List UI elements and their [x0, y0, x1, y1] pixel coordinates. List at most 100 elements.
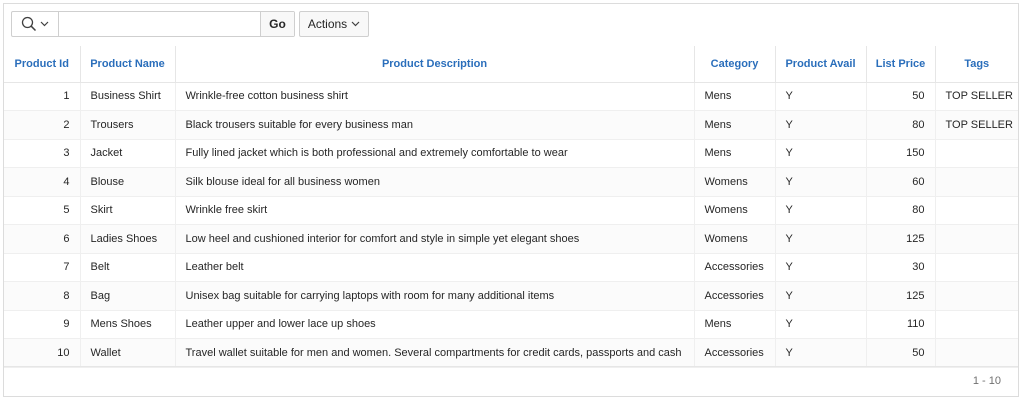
search-input[interactable] — [59, 12, 260, 36]
cell-product-id: 9 — [4, 310, 81, 339]
cell-tags — [935, 196, 1018, 225]
column-header-tags[interactable]: Tags — [935, 46, 1018, 83]
cell-product-avail: Y — [775, 281, 867, 311]
cell-product-name: Trousers — [80, 110, 176, 140]
cell-category: Womens — [694, 224, 776, 254]
cell-product-id: 10 — [4, 338, 81, 368]
report-footer: 1 - 10 — [4, 366, 1018, 396]
table-row: 10 Wallet Travel wallet suitable for men a… — [4, 338, 1018, 368]
cell-tags — [935, 310, 1018, 339]
column-header-product-name[interactable]: Product Name — [80, 46, 176, 83]
cell-product-description: Black trousers suitable for every busine… — [175, 110, 695, 140]
go-button[interactable]: Go — [260, 12, 294, 36]
table-row: 5 Skirt Wrinkle free skirt Womens Y 80 — [4, 196, 1018, 225]
cell-product-avail: Y — [775, 139, 867, 168]
table-body: 1 Business Shirt Wrinkle-free cotton busin… — [4, 82, 1018, 368]
cell-product-id: 6 — [4, 224, 81, 254]
pagination-range: 1 - 10 — [972, 375, 1001, 387]
cell-product-id: 7 — [4, 253, 81, 282]
cell-tags — [935, 281, 1018, 311]
cell-product-name: Mens Shoes — [80, 310, 176, 339]
column-header-list-price[interactable]: List Price — [866, 46, 936, 83]
search-icon — [21, 16, 37, 32]
cell-list-price: 50 — [866, 82, 936, 111]
cell-product-id: 5 — [4, 196, 81, 225]
cell-product-id: 4 — [4, 167, 81, 197]
cell-product-description: Leather belt — [175, 253, 695, 282]
cell-category: Accessories — [694, 338, 776, 368]
table-row: 6 Ladies Shoes Low heel and cushioned inte… — [4, 224, 1018, 254]
cell-list-price: 125 — [866, 224, 936, 254]
cell-list-price: 80 — [866, 110, 936, 140]
cell-tags: TOP SELLER — [935, 110, 1018, 140]
cell-category: Accessories — [694, 281, 776, 311]
cell-tags: TOP SELLER — [935, 82, 1018, 111]
table-row: 2 Trousers Black trousers suitable for eve… — [4, 110, 1018, 140]
report-toolbar: Go Actions — [4, 4, 1018, 47]
cell-product-name: Business Shirt — [80, 82, 176, 111]
cell-category: Accessories — [694, 253, 776, 282]
cell-list-price: 30 — [866, 253, 936, 282]
cell-list-price: 125 — [866, 281, 936, 311]
cell-product-description: Travel wallet suitable for men and women… — [175, 338, 695, 368]
cell-tags — [935, 224, 1018, 254]
table-header-row: Product Id Product Name Product Descript… — [4, 46, 1018, 83]
cell-product-name: Belt — [80, 253, 176, 282]
chevron-down-icon — [351, 21, 360, 27]
cell-product-id: 8 — [4, 281, 81, 311]
cell-category: Mens — [694, 110, 776, 140]
cell-product-description: Low heel and cushioned interior for comf… — [175, 224, 695, 254]
cell-product-description: Leather upper and lower lace up shoes — [175, 310, 695, 339]
cell-category: Mens — [694, 310, 776, 339]
table-row: 8 Bag Unisex bag suitable for carrying lap… — [4, 281, 1018, 311]
cell-list-price: 150 — [866, 139, 936, 168]
cell-tags — [935, 253, 1018, 282]
cell-product-id: 1 — [4, 82, 81, 111]
cell-category: Mens — [694, 139, 776, 168]
cell-list-price: 50 — [866, 338, 936, 368]
cell-product-description: Wrinkle free skirt — [175, 196, 695, 225]
cell-product-avail: Y — [775, 253, 867, 282]
column-header-product-avail[interactable]: Product Avail — [775, 46, 867, 83]
column-header-category[interactable]: Category — [694, 46, 776, 83]
chevron-down-icon — [40, 21, 49, 27]
cell-tags — [935, 167, 1018, 197]
actions-button[interactable]: Actions — [299, 11, 369, 37]
search-group: Go — [11, 11, 295, 37]
search-column-selector[interactable] — [12, 12, 59, 36]
cell-product-name: Jacket — [80, 139, 176, 168]
cell-tags — [935, 338, 1018, 368]
cell-list-price: 110 — [866, 310, 936, 339]
cell-product-avail: Y — [775, 224, 867, 254]
cell-product-avail: Y — [775, 338, 867, 368]
cell-product-avail: Y — [775, 310, 867, 339]
cell-list-price: 80 — [866, 196, 936, 225]
cell-product-id: 2 — [4, 110, 81, 140]
cell-product-id: 3 — [4, 139, 81, 168]
cell-product-description: Unisex bag suitable for carrying laptops… — [175, 281, 695, 311]
cell-product-avail: Y — [775, 196, 867, 225]
cell-product-name: Ladies Shoes — [80, 224, 176, 254]
cell-product-avail: Y — [775, 167, 867, 197]
cell-product-name: Wallet — [80, 338, 176, 368]
cell-category: Womens — [694, 196, 776, 225]
cell-product-avail: Y — [775, 82, 867, 111]
table-row: 1 Business Shirt Wrinkle-free cotton busin… — [4, 82, 1018, 111]
column-header-product-id[interactable]: Product Id — [4, 46, 81, 83]
cell-product-name: Blouse — [80, 167, 176, 197]
cell-product-name: Bag — [80, 281, 176, 311]
table-row: 9 Mens Shoes Leather upper and lower lace … — [4, 310, 1018, 339]
cell-product-name: Skirt — [80, 196, 176, 225]
cell-category: Mens — [694, 82, 776, 111]
products-table: Product Id Product Name Product Descript… — [4, 46, 1018, 368]
cell-category: Womens — [694, 167, 776, 197]
cell-tags — [935, 139, 1018, 168]
column-header-product-description[interactable]: Product Description — [175, 46, 695, 83]
cell-product-avail: Y — [775, 110, 867, 140]
table-row: 7 Belt Leather belt Accessories Y 30 — [4, 253, 1018, 282]
cell-list-price: 60 — [866, 167, 936, 197]
table-row: 3 Jacket Fully lined jacket which is both … — [4, 139, 1018, 168]
report-region: Go Actions Product Id Product Name Produ… — [3, 3, 1019, 397]
cell-product-description: Silk blouse ideal for all business women — [175, 167, 695, 197]
actions-label: Actions — [307, 17, 348, 31]
